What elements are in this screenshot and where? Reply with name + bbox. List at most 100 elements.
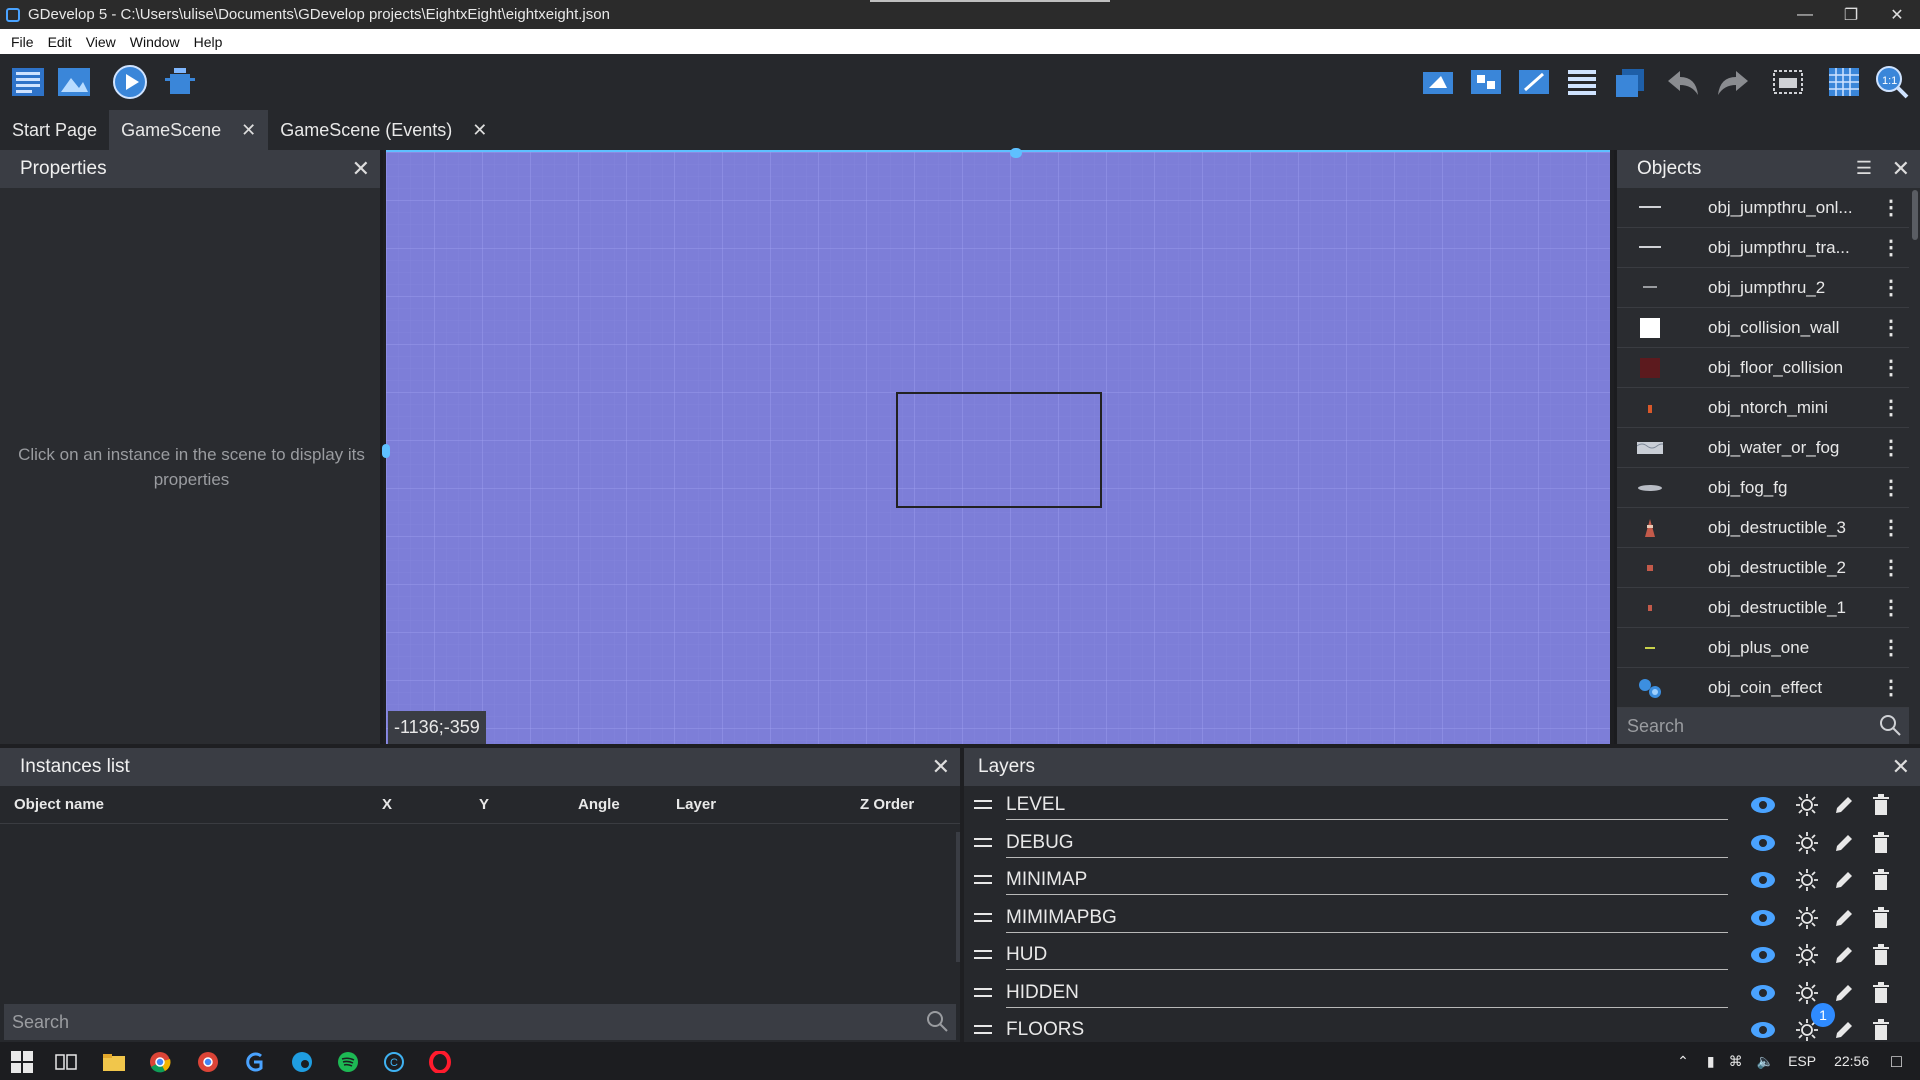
object-item[interactable]: obj_jumpthru_tra... ⋮ bbox=[1617, 228, 1909, 268]
lighting-icon[interactable] bbox=[1794, 867, 1820, 893]
scene-canvas[interactable]: -1136;-359 bbox=[382, 148, 1610, 744]
lighting-icon[interactable] bbox=[1794, 830, 1820, 856]
opera-icon[interactable] bbox=[426, 1048, 454, 1076]
close-icon[interactable]: ✕ bbox=[241, 120, 256, 141]
trash-icon[interactable] bbox=[1868, 942, 1894, 968]
lighting-icon[interactable] bbox=[1794, 942, 1820, 968]
eye-icon[interactable] bbox=[1750, 980, 1776, 1006]
eye-icon[interactable] bbox=[1750, 905, 1776, 931]
column-object-name[interactable]: Object name bbox=[14, 796, 104, 813]
object-item[interactable]: obj_floor_collision ⋮ bbox=[1617, 348, 1909, 388]
more-options-icon[interactable]: ⋮ bbox=[1881, 475, 1901, 500]
object-groups-button[interactable] bbox=[1466, 62, 1506, 102]
grid-toggle-button[interactable] bbox=[1824, 62, 1864, 102]
layer-name[interactable]: MINIMAP bbox=[1006, 869, 1728, 895]
column-layer[interactable]: Layer bbox=[676, 796, 716, 813]
task-view-icon[interactable] bbox=[52, 1048, 80, 1076]
more-options-icon[interactable]: ⋮ bbox=[1881, 635, 1901, 660]
properties-toggle-button[interactable] bbox=[1514, 62, 1554, 102]
tab-gamescene-events[interactable]: GameScene (Events) ✕ bbox=[268, 110, 499, 150]
close-icon[interactable]: ✕ bbox=[1892, 754, 1910, 780]
preview-button[interactable] bbox=[110, 62, 150, 102]
eye-icon[interactable] bbox=[1750, 1017, 1776, 1043]
zoom-button[interactable]: 1:1 bbox=[1872, 62, 1912, 102]
object-item[interactable]: obj_plus_one ⋮ bbox=[1617, 628, 1909, 668]
layer-name[interactable]: DEBUG bbox=[1006, 832, 1728, 858]
close-icon[interactable]: ✕ bbox=[932, 754, 950, 780]
more-options-icon[interactable]: ⋮ bbox=[1881, 235, 1901, 260]
input-language[interactable]: ESP bbox=[1788, 1053, 1816, 1069]
more-options-icon[interactable]: ⋮ bbox=[1881, 315, 1901, 340]
battery-icon[interactable]: ▮ bbox=[1707, 1053, 1715, 1070]
menu-help[interactable]: Help bbox=[187, 34, 230, 50]
volume-icon[interactable]: 🔈 bbox=[1757, 1053, 1774, 1070]
menu-edit[interactable]: Edit bbox=[41, 34, 79, 50]
layer-name[interactable]: HIDDEN bbox=[1006, 982, 1728, 1008]
trash-icon[interactable] bbox=[1868, 905, 1894, 931]
layer-name[interactable]: LEVEL bbox=[1006, 794, 1728, 820]
close-icon[interactable]: ✕ bbox=[472, 120, 487, 141]
tab-start-page[interactable]: Start Page bbox=[0, 110, 109, 150]
resize-handle-left[interactable] bbox=[382, 444, 390, 458]
more-options-icon[interactable]: ⋮ bbox=[1881, 595, 1901, 620]
object-item[interactable]: obj_jumpthru_onl... ⋮ bbox=[1617, 188, 1909, 228]
drag-handle-icon[interactable] bbox=[974, 837, 992, 847]
wifi-icon[interactable]: ⌘ bbox=[1729, 1053, 1743, 1070]
eye-icon[interactable] bbox=[1750, 830, 1776, 856]
drag-handle-icon[interactable] bbox=[974, 950, 992, 959]
edit-icon[interactable] bbox=[1831, 905, 1857, 931]
more-options-icon[interactable]: ⋮ bbox=[1881, 675, 1901, 700]
object-item[interactable]: obj_ntorch_mini ⋮ bbox=[1617, 388, 1909, 428]
minimize-button[interactable]: — bbox=[1782, 0, 1828, 29]
more-options-icon[interactable]: ⋮ bbox=[1881, 435, 1901, 460]
menu-window[interactable]: Window bbox=[123, 34, 187, 50]
object-item[interactable]: obj_fog_fg ⋮ bbox=[1617, 468, 1909, 508]
lighting-icon[interactable] bbox=[1794, 905, 1820, 931]
layers-toggle-button[interactable] bbox=[1610, 62, 1650, 102]
window-mask-button[interactable] bbox=[1768, 62, 1808, 102]
trash-icon[interactable] bbox=[1868, 792, 1894, 818]
drag-handle-icon[interactable] bbox=[974, 875, 992, 884]
column-angle[interactable]: Angle bbox=[578, 796, 620, 813]
drag-handle-icon[interactable] bbox=[974, 987, 992, 997]
instances-search-input[interactable]: Search bbox=[4, 1004, 956, 1040]
more-options-icon[interactable]: ⋮ bbox=[1881, 395, 1901, 420]
chrome-icon[interactable] bbox=[146, 1048, 174, 1076]
objects-search-input[interactable]: Search bbox=[1617, 708, 1909, 744]
search-icon[interactable] bbox=[926, 1010, 948, 1037]
file-explorer-icon[interactable] bbox=[100, 1048, 128, 1076]
more-options-icon[interactable]: ⋮ bbox=[1881, 515, 1901, 540]
layer-row[interactable]: MIMIMAPBG bbox=[964, 899, 1920, 936]
edit-icon[interactable] bbox=[1831, 867, 1857, 893]
column-y[interactable]: Y bbox=[479, 796, 489, 813]
layer-row[interactable]: LEVEL bbox=[964, 786, 1920, 823]
more-options-icon[interactable]: ⋮ bbox=[1881, 355, 1901, 380]
trash-icon[interactable] bbox=[1868, 1017, 1894, 1043]
edit-icon[interactable] bbox=[1831, 830, 1857, 856]
object-item[interactable]: obj_jumpthru_2 ⋮ bbox=[1617, 268, 1909, 308]
edit-icon[interactable] bbox=[1831, 1017, 1857, 1043]
close-icon[interactable]: ✕ bbox=[352, 156, 370, 182]
gdevelop-taskbar-icon[interactable] bbox=[240, 1048, 268, 1076]
restore-button[interactable]: ❐ bbox=[1828, 0, 1874, 29]
object-item[interactable]: obj_destructible_3 ⋮ bbox=[1617, 508, 1909, 548]
cortana-icon[interactable]: C bbox=[380, 1048, 408, 1076]
edit-icon[interactable] bbox=[1831, 980, 1857, 1006]
undo-button[interactable] bbox=[1664, 62, 1704, 102]
resize-handle-top[interactable] bbox=[1010, 148, 1022, 158]
trash-icon[interactable] bbox=[1868, 867, 1894, 893]
drag-handle-icon[interactable] bbox=[974, 1025, 992, 1034]
instances-list-toggle-button[interactable] bbox=[1562, 62, 1602, 102]
chrome-profile-icon[interactable] bbox=[194, 1048, 222, 1076]
object-item[interactable]: obj_water_or_fog ⋮ bbox=[1617, 428, 1909, 468]
trash-icon[interactable] bbox=[1868, 980, 1894, 1006]
layer-row[interactable]: MINIMAP bbox=[964, 861, 1920, 898]
windows-start-icon[interactable] bbox=[8, 1048, 36, 1076]
layer-name[interactable]: MIMIMAPBG bbox=[1006, 907, 1728, 933]
debugger-button[interactable] bbox=[160, 62, 200, 102]
edit-icon[interactable] bbox=[1831, 942, 1857, 968]
project-manager-button[interactable] bbox=[8, 62, 48, 102]
column-z-order[interactable]: Z Order bbox=[860, 796, 914, 813]
drag-handle-icon[interactable] bbox=[974, 800, 992, 809]
objects-scrollbar[interactable] bbox=[1912, 190, 1918, 240]
